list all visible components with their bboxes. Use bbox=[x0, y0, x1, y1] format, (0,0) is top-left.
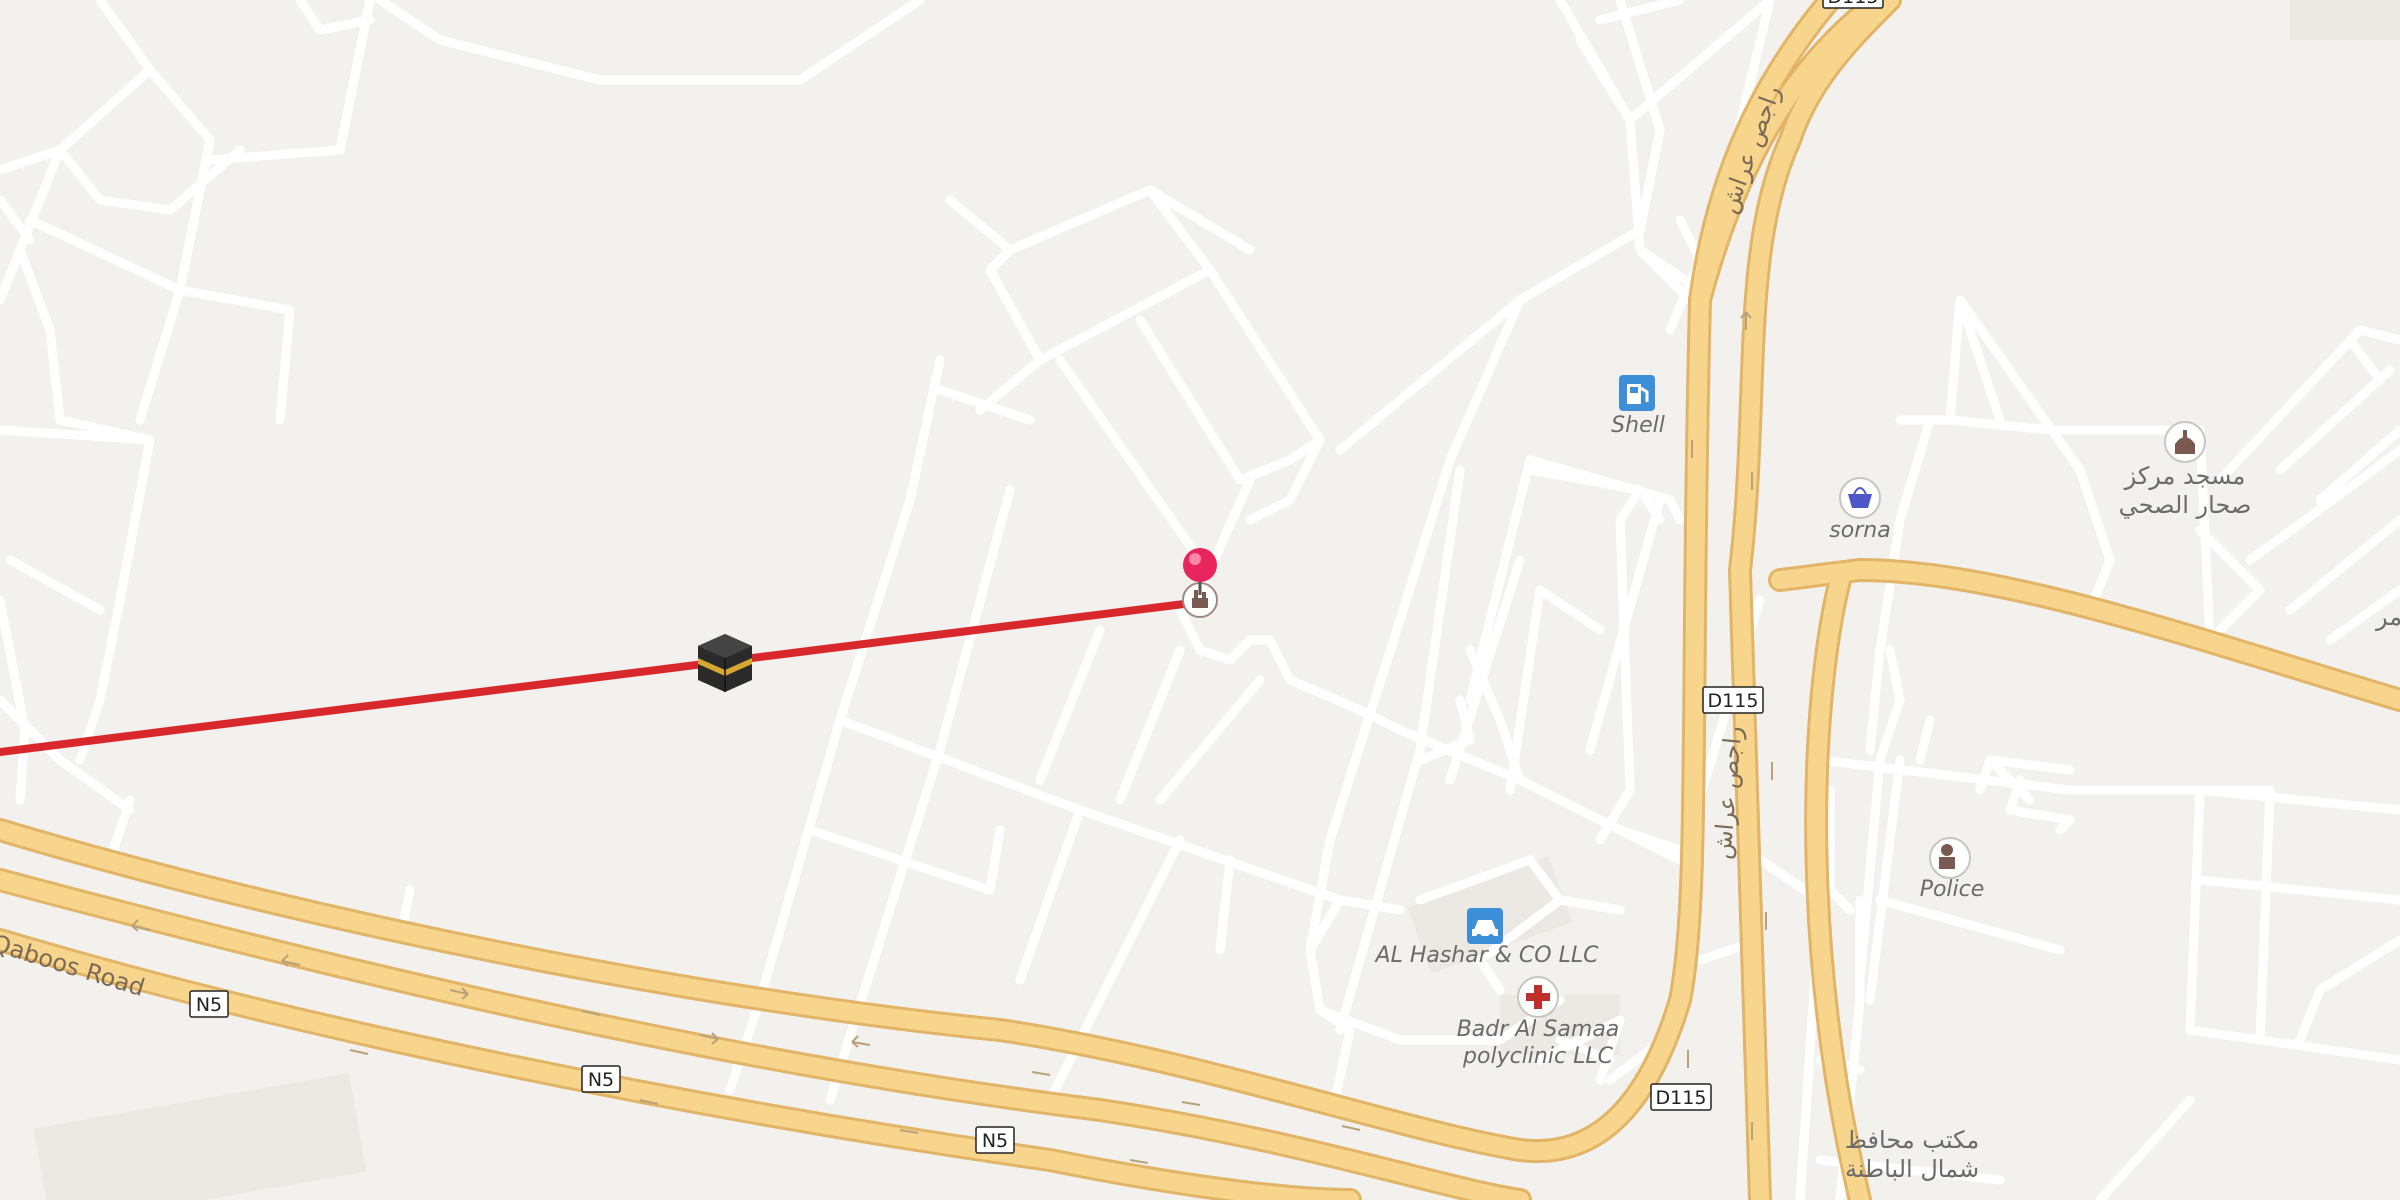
kaaba-icon[interactable] bbox=[698, 634, 752, 692]
poi-label-badr-1: Badr Al Samaa bbox=[1457, 1017, 1620, 1042]
poi-label-edge-partial: مر bbox=[2375, 603, 2400, 631]
shield-n5-b: N5 bbox=[581, 1065, 621, 1093]
poi-label-police: Police bbox=[1920, 877, 1985, 902]
poi-label-shell: Shell bbox=[1611, 413, 1665, 438]
shield-d115-top: D115 bbox=[1822, 0, 1884, 9]
svg-text:N5: N5 bbox=[982, 1130, 1008, 1152]
poi-shell[interactable]: Shell bbox=[1611, 375, 1665, 438]
svg-text:D115: D115 bbox=[1656, 1087, 1707, 1109]
svg-text:N5: N5 bbox=[588, 1069, 614, 1091]
shield-n5-c: N5 bbox=[975, 1126, 1015, 1154]
shield-d115-mid: D115 bbox=[1702, 686, 1764, 714]
svg-text:D115: D115 bbox=[1708, 690, 1759, 712]
poi-mosque[interactable]: مسجد مركز صحار الصحي bbox=[2119, 421, 2252, 519]
route-line bbox=[0, 598, 1204, 756]
poi-label-sorna: sorna bbox=[1829, 518, 1890, 543]
svg-text:D115: D115 bbox=[1828, 0, 1879, 8]
poi-label-governor-1: مكتب محافظ bbox=[1845, 1126, 1979, 1154]
poi-label-badr-2: polyclinic LLC bbox=[1462, 1044, 1614, 1069]
poi-label-mosque-1: مسجد مركز bbox=[2124, 462, 2246, 490]
svg-text:N5: N5 bbox=[196, 994, 222, 1016]
poi-label-governor-2: شمال الباطنة bbox=[1845, 1155, 1979, 1183]
poi-governor[interactable]: مكتب محافظ شمال الباطنة bbox=[1845, 1126, 1979, 1183]
map-canvas[interactable]: Qaboos Road راجص عراش راجص عراش N5 N5 N5… bbox=[0, 0, 2400, 1200]
poi-police[interactable]: Police bbox=[1920, 837, 1985, 902]
poi-label-alhashar: AL Hashar & CO LLC bbox=[1374, 943, 1600, 968]
poi-badr[interactable]: Badr Al Samaa polyclinic LLC bbox=[1457, 976, 1620, 1069]
poi-sorna[interactable]: sorna bbox=[1829, 477, 1891, 543]
shield-n5-a: N5 bbox=[189, 990, 229, 1018]
poi-label-mosque-2: صحار الصحي bbox=[2119, 491, 2252, 519]
shield-d115-bottom: D115 bbox=[1650, 1083, 1712, 1111]
